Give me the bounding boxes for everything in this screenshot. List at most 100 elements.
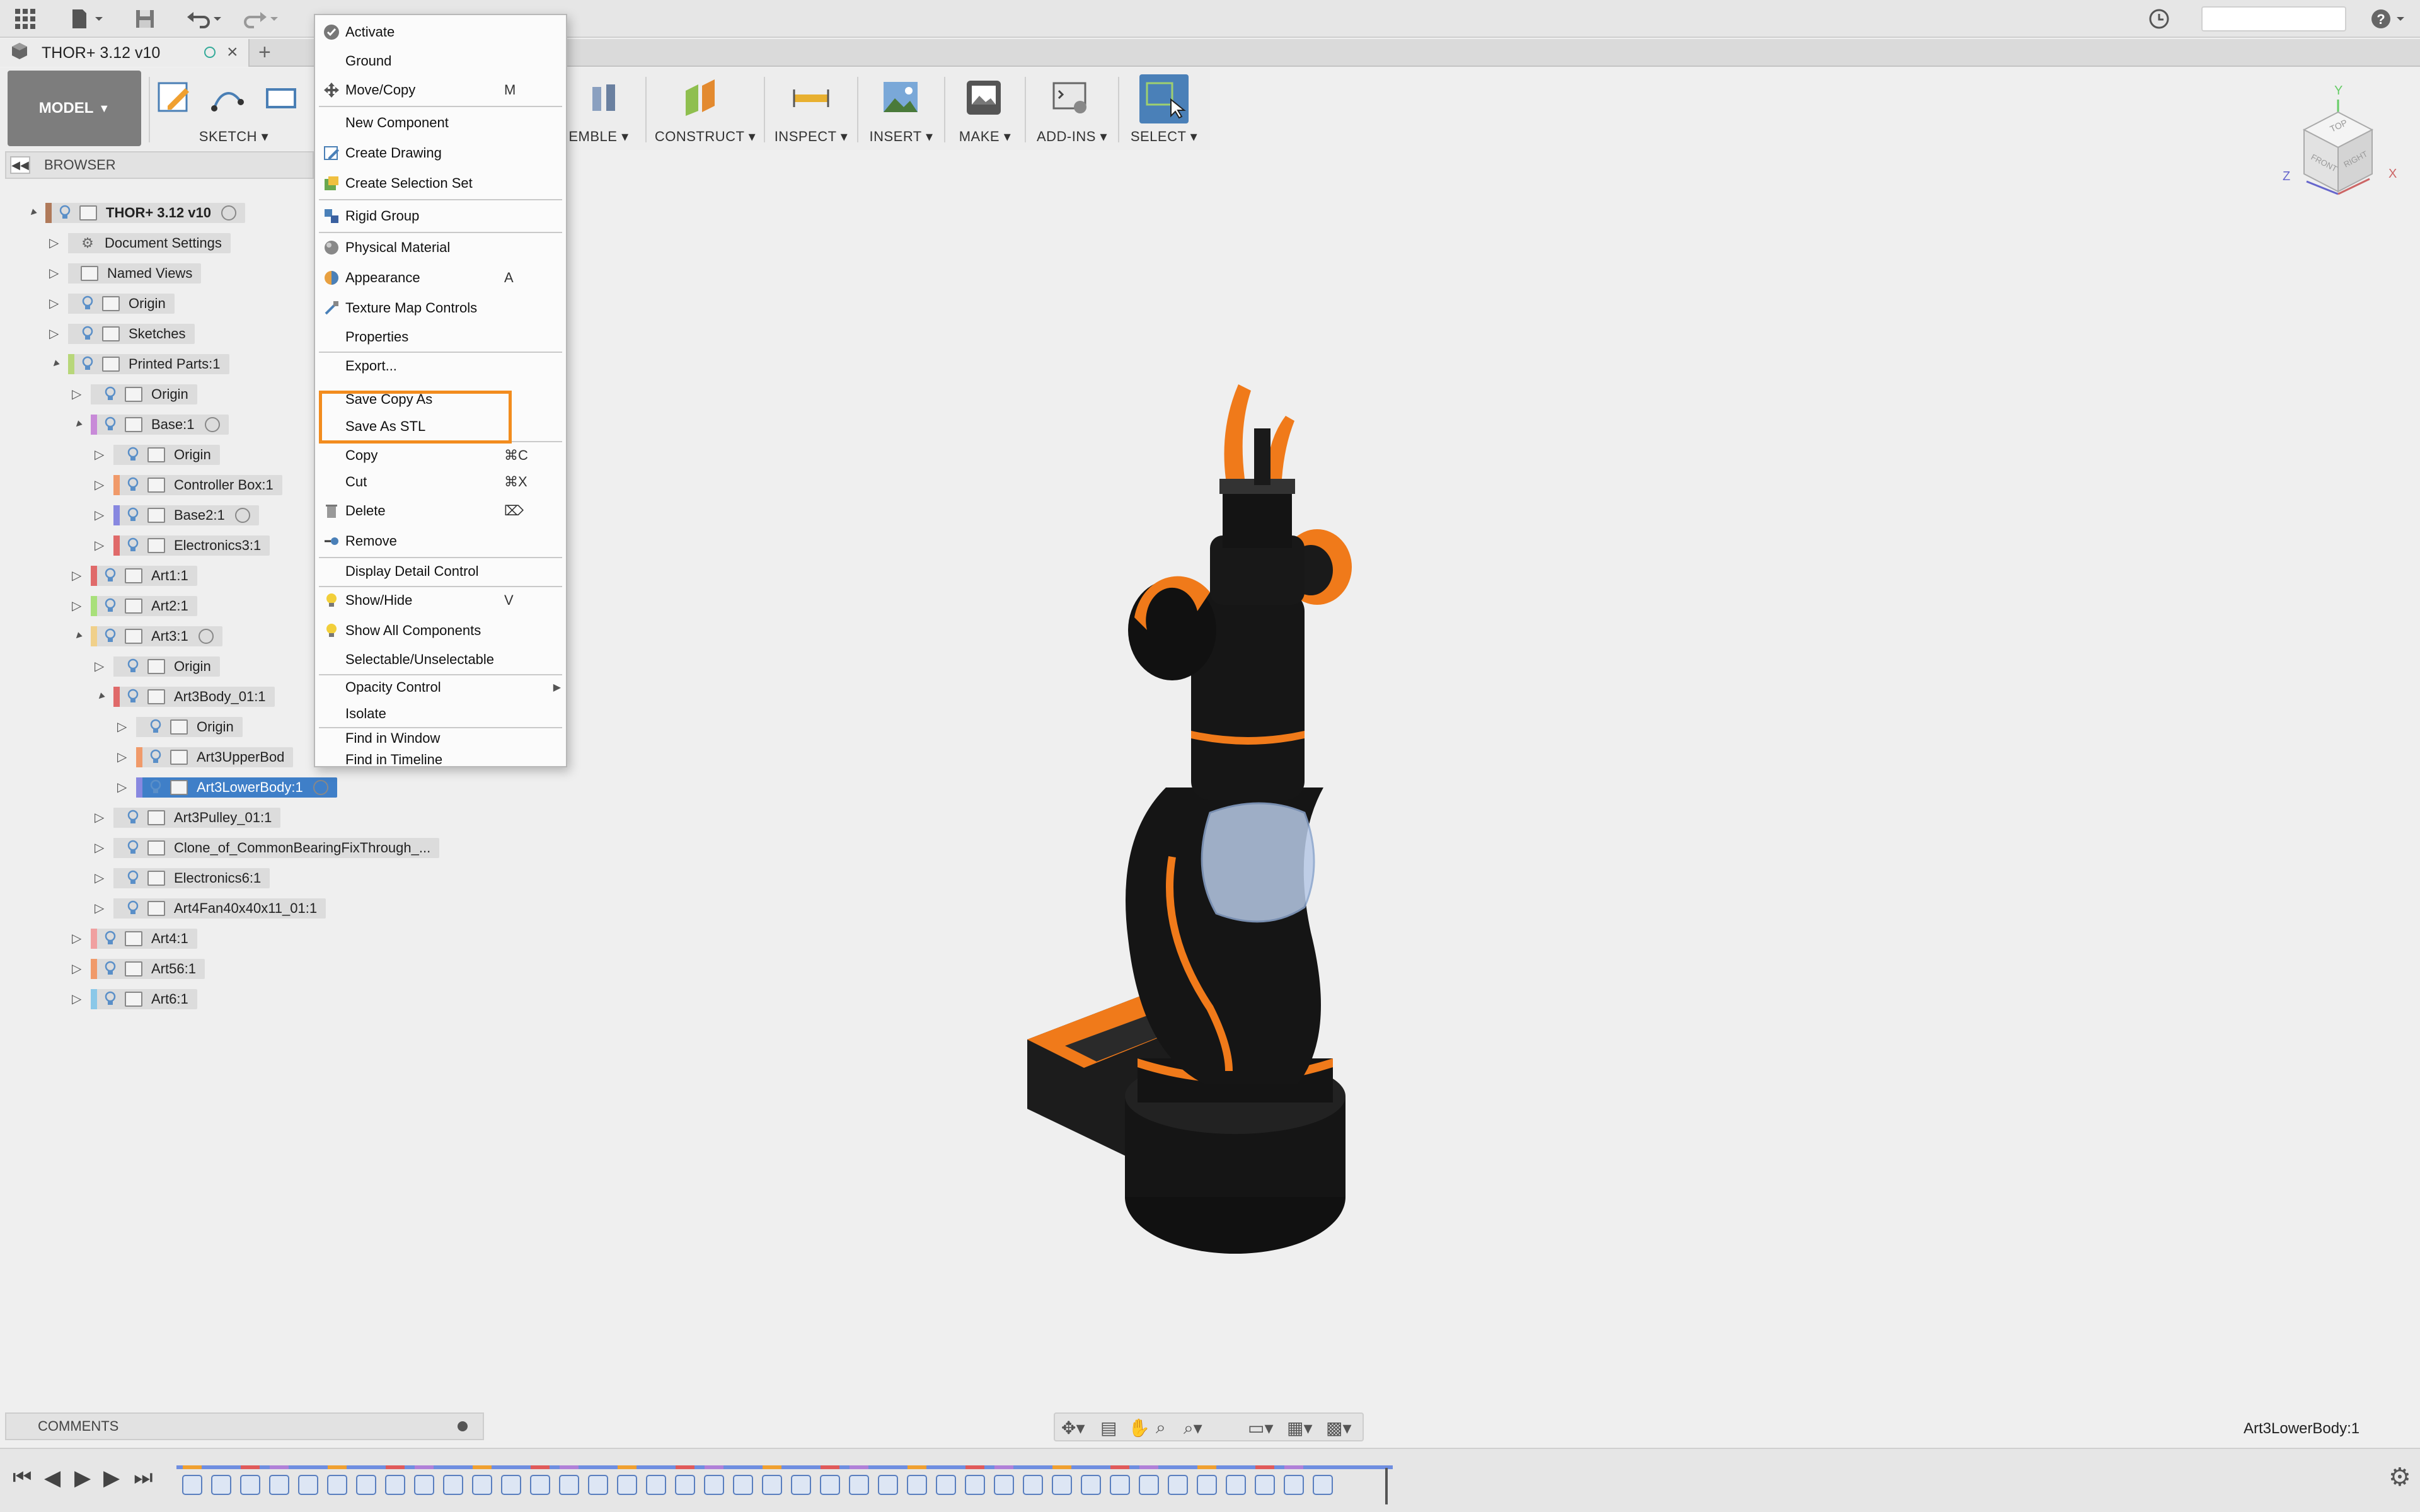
menu-item-activate[interactable]: Activate bbox=[315, 18, 566, 47]
tree-node[interactable]: Art6:1 bbox=[91, 989, 197, 1009]
search-input[interactable] bbox=[2201, 6, 2346, 32]
tree-node[interactable]: Art4:1 bbox=[91, 929, 197, 949]
tree-node[interactable]: Controller Box:1 bbox=[113, 475, 282, 495]
sketch-tool-group[interactable]: SKETCH ▾ bbox=[155, 73, 313, 146]
tree-node[interactable]: Origin bbox=[68, 294, 175, 314]
visibility-bulb-icon[interactable] bbox=[102, 568, 118, 584]
joint-tool-icon[interactable] bbox=[584, 78, 623, 117]
play-icon[interactable]: ▶ bbox=[74, 1465, 91, 1491]
collapsed-arrow-icon[interactable]: ▷ bbox=[95, 509, 107, 522]
collapsed-arrow-icon[interactable]: ▷ bbox=[95, 902, 107, 915]
timeline-feature[interactable] bbox=[182, 1475, 202, 1495]
pan-hand-icon[interactable]: ✋ bbox=[1128, 1418, 1150, 1438]
go-to-end-icon[interactable]: ⏭ bbox=[134, 1465, 153, 1490]
activate-radio-icon[interactable] bbox=[221, 205, 236, 220]
viewports-icon[interactable]: ▩▾ bbox=[1326, 1418, 1352, 1438]
visibility-bulb-icon[interactable] bbox=[102, 961, 118, 977]
collapsed-arrow-icon[interactable]: ▷ bbox=[95, 539, 107, 552]
visibility-bulb-icon[interactable] bbox=[102, 991, 118, 1007]
menu-item-remove[interactable]: Remove bbox=[315, 527, 566, 556]
offset-plane-icon[interactable] bbox=[681, 78, 720, 117]
timeline-feature[interactable] bbox=[849, 1475, 869, 1495]
menu-item-delete[interactable]: Delete ⌦ bbox=[315, 496, 566, 525]
timeline-feature[interactable] bbox=[356, 1475, 376, 1495]
apps-grid-icon[interactable] bbox=[11, 6, 39, 32]
tree-row[interactable]: ▷ Art56:1 bbox=[0, 956, 479, 982]
file-menu-icon[interactable] bbox=[66, 6, 110, 32]
visibility-bulb-icon[interactable] bbox=[125, 447, 141, 463]
collapsed-arrow-icon[interactable]: ▷ bbox=[72, 388, 84, 401]
collapsed-arrow-icon[interactable]: ▷ bbox=[72, 600, 84, 612]
look-at-icon[interactable]: ▤ bbox=[1100, 1418, 1117, 1438]
visibility-bulb-icon[interactable] bbox=[125, 810, 141, 826]
tree-node[interactable]: Art3LowerBody:1 bbox=[136, 777, 337, 798]
expanded-arrow-icon[interactable]: ▲ bbox=[25, 205, 40, 220]
tree-node[interactable]: Art4Fan40x40x11_01:1 bbox=[113, 898, 326, 919]
menu-item-physical-material[interactable]: Physical Material bbox=[315, 233, 566, 262]
timeline-feature[interactable] bbox=[733, 1475, 753, 1495]
timeline-feature[interactable] bbox=[530, 1475, 550, 1495]
expanded-arrow-icon[interactable]: ▲ bbox=[71, 629, 86, 644]
timeline-feature[interactable] bbox=[1226, 1475, 1246, 1495]
tree-node[interactable]: Sketches bbox=[68, 324, 195, 344]
tree-node[interactable]: Art1:1 bbox=[91, 566, 197, 586]
visibility-bulb-icon[interactable] bbox=[125, 507, 141, 524]
menu-item-ground[interactable]: Ground bbox=[315, 47, 566, 76]
collapsed-arrow-icon[interactable]: ▷ bbox=[95, 660, 107, 673]
comments-panel-header[interactable]: COMMENTS bbox=[5, 1412, 484, 1440]
visibility-bulb-icon[interactable] bbox=[57, 205, 73, 221]
collapsed-arrow-icon[interactable]: ▷ bbox=[95, 479, 107, 491]
tree-node[interactable]: Base:1 bbox=[91, 415, 229, 435]
timeline-feature[interactable] bbox=[617, 1475, 637, 1495]
insert-group-label[interactable]: INSERT ▾ bbox=[863, 129, 939, 145]
menu-item-properties[interactable]: Properties bbox=[315, 323, 566, 352]
collapsed-arrow-icon[interactable]: ▷ bbox=[95, 811, 107, 824]
timeline-feature[interactable] bbox=[1313, 1475, 1333, 1495]
visibility-bulb-icon[interactable] bbox=[79, 356, 96, 372]
tree-row[interactable]: ▷ Art4:1 bbox=[0, 926, 479, 951]
menu-item-find-in-window[interactable]: Find in Window bbox=[315, 726, 566, 751]
visibility-bulb-icon[interactable] bbox=[125, 689, 141, 705]
collapsed-arrow-icon[interactable]: ▷ bbox=[95, 842, 107, 854]
menu-item-rigid-group[interactable]: Rigid Group bbox=[315, 202, 566, 231]
tree-row[interactable]: ▷ Electronics6:1 bbox=[0, 866, 479, 891]
collapsed-arrow-icon[interactable]: ▷ bbox=[49, 328, 62, 340]
close-tab-icon[interactable]: × bbox=[227, 42, 238, 63]
visibility-bulb-icon[interactable] bbox=[125, 900, 141, 917]
tree-node[interactable]: Origin bbox=[113, 656, 220, 677]
select-group-label[interactable]: SELECT ▾ bbox=[1124, 129, 1204, 145]
menu-item-show-all-components[interactable]: Show All Components bbox=[315, 616, 566, 645]
timeline-feature[interactable] bbox=[414, 1475, 434, 1495]
visibility-bulb-icon[interactable] bbox=[79, 295, 96, 312]
visibility-bulb-icon[interactable] bbox=[102, 931, 118, 947]
timeline-feature[interactable] bbox=[791, 1475, 811, 1495]
timeline-feature[interactable] bbox=[646, 1475, 666, 1495]
visibility-bulb-icon[interactable] bbox=[79, 326, 96, 342]
step-back-icon[interactable]: ◀ bbox=[44, 1465, 60, 1491]
expanded-arrow-icon[interactable]: ▲ bbox=[93, 689, 108, 704]
tree-node[interactable]: Art3:1 bbox=[91, 626, 222, 646]
visibility-bulb-icon[interactable] bbox=[125, 870, 141, 886]
menu-item-create-drawing[interactable]: Create Drawing bbox=[315, 139, 566, 168]
timeline-feature[interactable] bbox=[1081, 1475, 1101, 1495]
tree-row[interactable]: ▷ Art4Fan40x40x11_01:1 bbox=[0, 896, 479, 921]
menu-item-opacity-control[interactable]: Opacity Control ▶ bbox=[315, 673, 566, 702]
timeline-feature-track[interactable] bbox=[176, 1457, 1393, 1504]
visibility-bulb-icon[interactable] bbox=[102, 598, 118, 614]
timeline-feature[interactable] bbox=[559, 1475, 579, 1495]
menu-item-new-component[interactable]: New Component bbox=[315, 108, 566, 137]
timeline-feature[interactable] bbox=[327, 1475, 347, 1495]
collapsed-arrow-icon[interactable]: ▷ bbox=[72, 570, 84, 582]
add-ins-group-label[interactable]: ADD-INS ▾ bbox=[1031, 129, 1113, 145]
timeline-feature[interactable] bbox=[501, 1475, 521, 1495]
timeline-feature[interactable] bbox=[211, 1475, 231, 1495]
menu-item-isolate[interactable]: Isolate bbox=[315, 699, 566, 728]
collapsed-arrow-icon[interactable]: ▷ bbox=[95, 872, 107, 885]
timeline-feature[interactable] bbox=[704, 1475, 724, 1495]
timeline-feature[interactable] bbox=[1255, 1475, 1275, 1495]
timeline-feature[interactable] bbox=[1139, 1475, 1159, 1495]
timeline-feature[interactable] bbox=[298, 1475, 318, 1495]
make-group-label[interactable]: MAKE ▾ bbox=[950, 129, 1020, 145]
timeline-feature[interactable] bbox=[878, 1475, 898, 1495]
tree-node[interactable]: Named Views bbox=[68, 263, 202, 284]
